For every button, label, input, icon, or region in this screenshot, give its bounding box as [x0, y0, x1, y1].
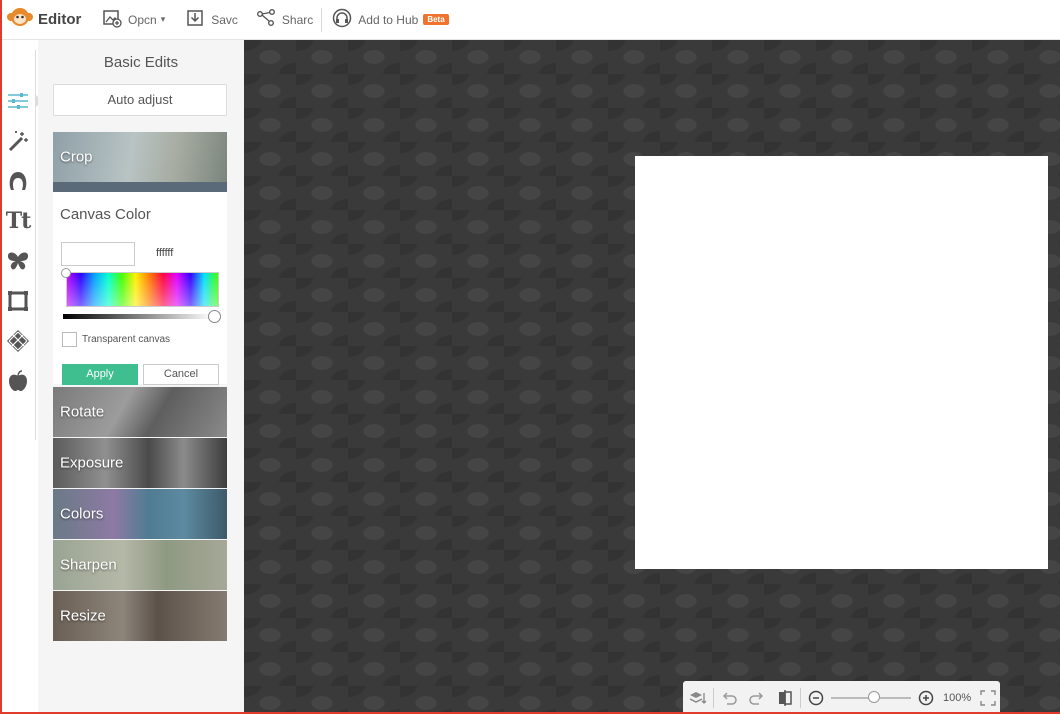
window-border-left — [0, 0, 2, 714]
add-to-hub-label: Add to Hub — [358, 12, 419, 27]
basic-edits-panel: Basic Edits Auto adjust Crop Canvas Colo… — [38, 40, 244, 712]
color-swatch[interactable] — [61, 242, 135, 266]
share-icon — [256, 8, 282, 31]
text-tool-icon[interactable]: Tt — [5, 208, 32, 234]
rail-divider — [35, 50, 36, 440]
tool-rail: Tt — [2, 40, 36, 712]
compare-icon[interactable] — [774, 687, 796, 709]
panel-title: Basic Edits — [103, 54, 179, 71]
headphones-hub-icon — [332, 8, 358, 31]
layers-icon[interactable] — [687, 687, 709, 709]
exposure-tile[interactable]: Exposure — [53, 438, 227, 488]
share-button[interactable]: Sharc — [256, 0, 313, 40]
touch-up-face-icon[interactable] — [5, 168, 31, 194]
sharpen-tile[interactable]: Sharpen — [53, 540, 227, 590]
top-toolbar: Editor Opcn ▾ Savc Sharc Add to Hub Beta — [0, 0, 1060, 40]
apply-button[interactable]: Apply — [62, 364, 138, 385]
hex-value[interactable]: ffffff — [156, 247, 173, 259]
zoom-slider[interactable] — [831, 690, 911, 703]
bottom-divider — [713, 687, 714, 708]
basic-edits-sliders-icon[interactable] — [5, 88, 31, 114]
rotate-tile[interactable]: Rotate — [53, 387, 227, 437]
transparent-canvas-label: Transparent canvas — [82, 334, 171, 345]
open-label: Opcn — [128, 12, 157, 27]
open-button[interactable]: Opcn ▾ — [102, 0, 165, 40]
canvas-color-title: Canvas Color — [60, 206, 151, 223]
zoom-slider-handle[interactable] — [868, 690, 880, 703]
save-label: Savc — [211, 12, 238, 27]
chevron-down-icon: ▾ — [160, 14, 166, 24]
color-spectrum[interactable] — [66, 272, 219, 307]
cancel-button[interactable]: Cancel — [143, 364, 219, 385]
open-image-icon — [102, 8, 128, 31]
auto-adjust-button[interactable]: Auto adjust — [53, 84, 227, 116]
brightness-slider[interactable] — [63, 314, 213, 319]
themes-apple-icon[interactable] — [5, 368, 31, 394]
resize-label: Resize — [60, 607, 106, 625]
bottom-control-bar: 100% — [683, 681, 1000, 714]
resize-tile[interactable]: Resize — [53, 591, 227, 641]
monkey-logo-icon — [6, 6, 34, 33]
undo-icon[interactable] — [718, 687, 740, 709]
save-icon — [185, 8, 211, 31]
textures-icon[interactable] — [5, 328, 31, 354]
fullscreen-icon[interactable] — [977, 687, 999, 709]
crop-tile[interactable]: Crop — [53, 132, 227, 182]
zoom-percentage: 100% — [943, 691, 972, 704]
sharpen-label: Sharpen — [60, 556, 117, 574]
effects-wand-icon[interactable] — [5, 128, 31, 154]
bottom-divider — [800, 687, 801, 708]
save-button[interactable]: Savc — [185, 0, 238, 40]
transparent-canvas-checkbox[interactable] — [62, 332, 77, 347]
colors-tile[interactable]: Colors — [53, 489, 227, 539]
brand[interactable]: Editor — [0, 0, 92, 40]
exposure-label: Exposure — [60, 454, 124, 472]
beta-badge: Beta — [423, 14, 449, 25]
spectrum-handle[interactable] — [61, 268, 71, 278]
redo-icon[interactable] — [746, 687, 768, 709]
colors-label: Colors — [60, 505, 104, 523]
overlays-butterfly-icon[interactable] — [5, 248, 31, 274]
crop-label: Crop — [60, 148, 93, 166]
canvas-color-popover: Canvas Color ffffff Transparent canvas A… — [53, 182, 227, 385]
app-title: Editor — [38, 11, 82, 28]
workspace — [244, 40, 1060, 712]
add-to-hub-button[interactable]: Add to Hub Beta — [332, 0, 449, 40]
brightness-slider-handle[interactable] — [208, 310, 221, 323]
image-canvas[interactable] — [635, 156, 1048, 569]
share-label: Sharc — [281, 12, 314, 27]
rotate-label: Rotate — [60, 403, 105, 421]
zoom-out-icon[interactable] — [805, 687, 827, 709]
toolbar-divider — [321, 7, 323, 32]
zoom-in-icon[interactable] — [915, 687, 937, 709]
frames-icon[interactable] — [5, 288, 31, 314]
